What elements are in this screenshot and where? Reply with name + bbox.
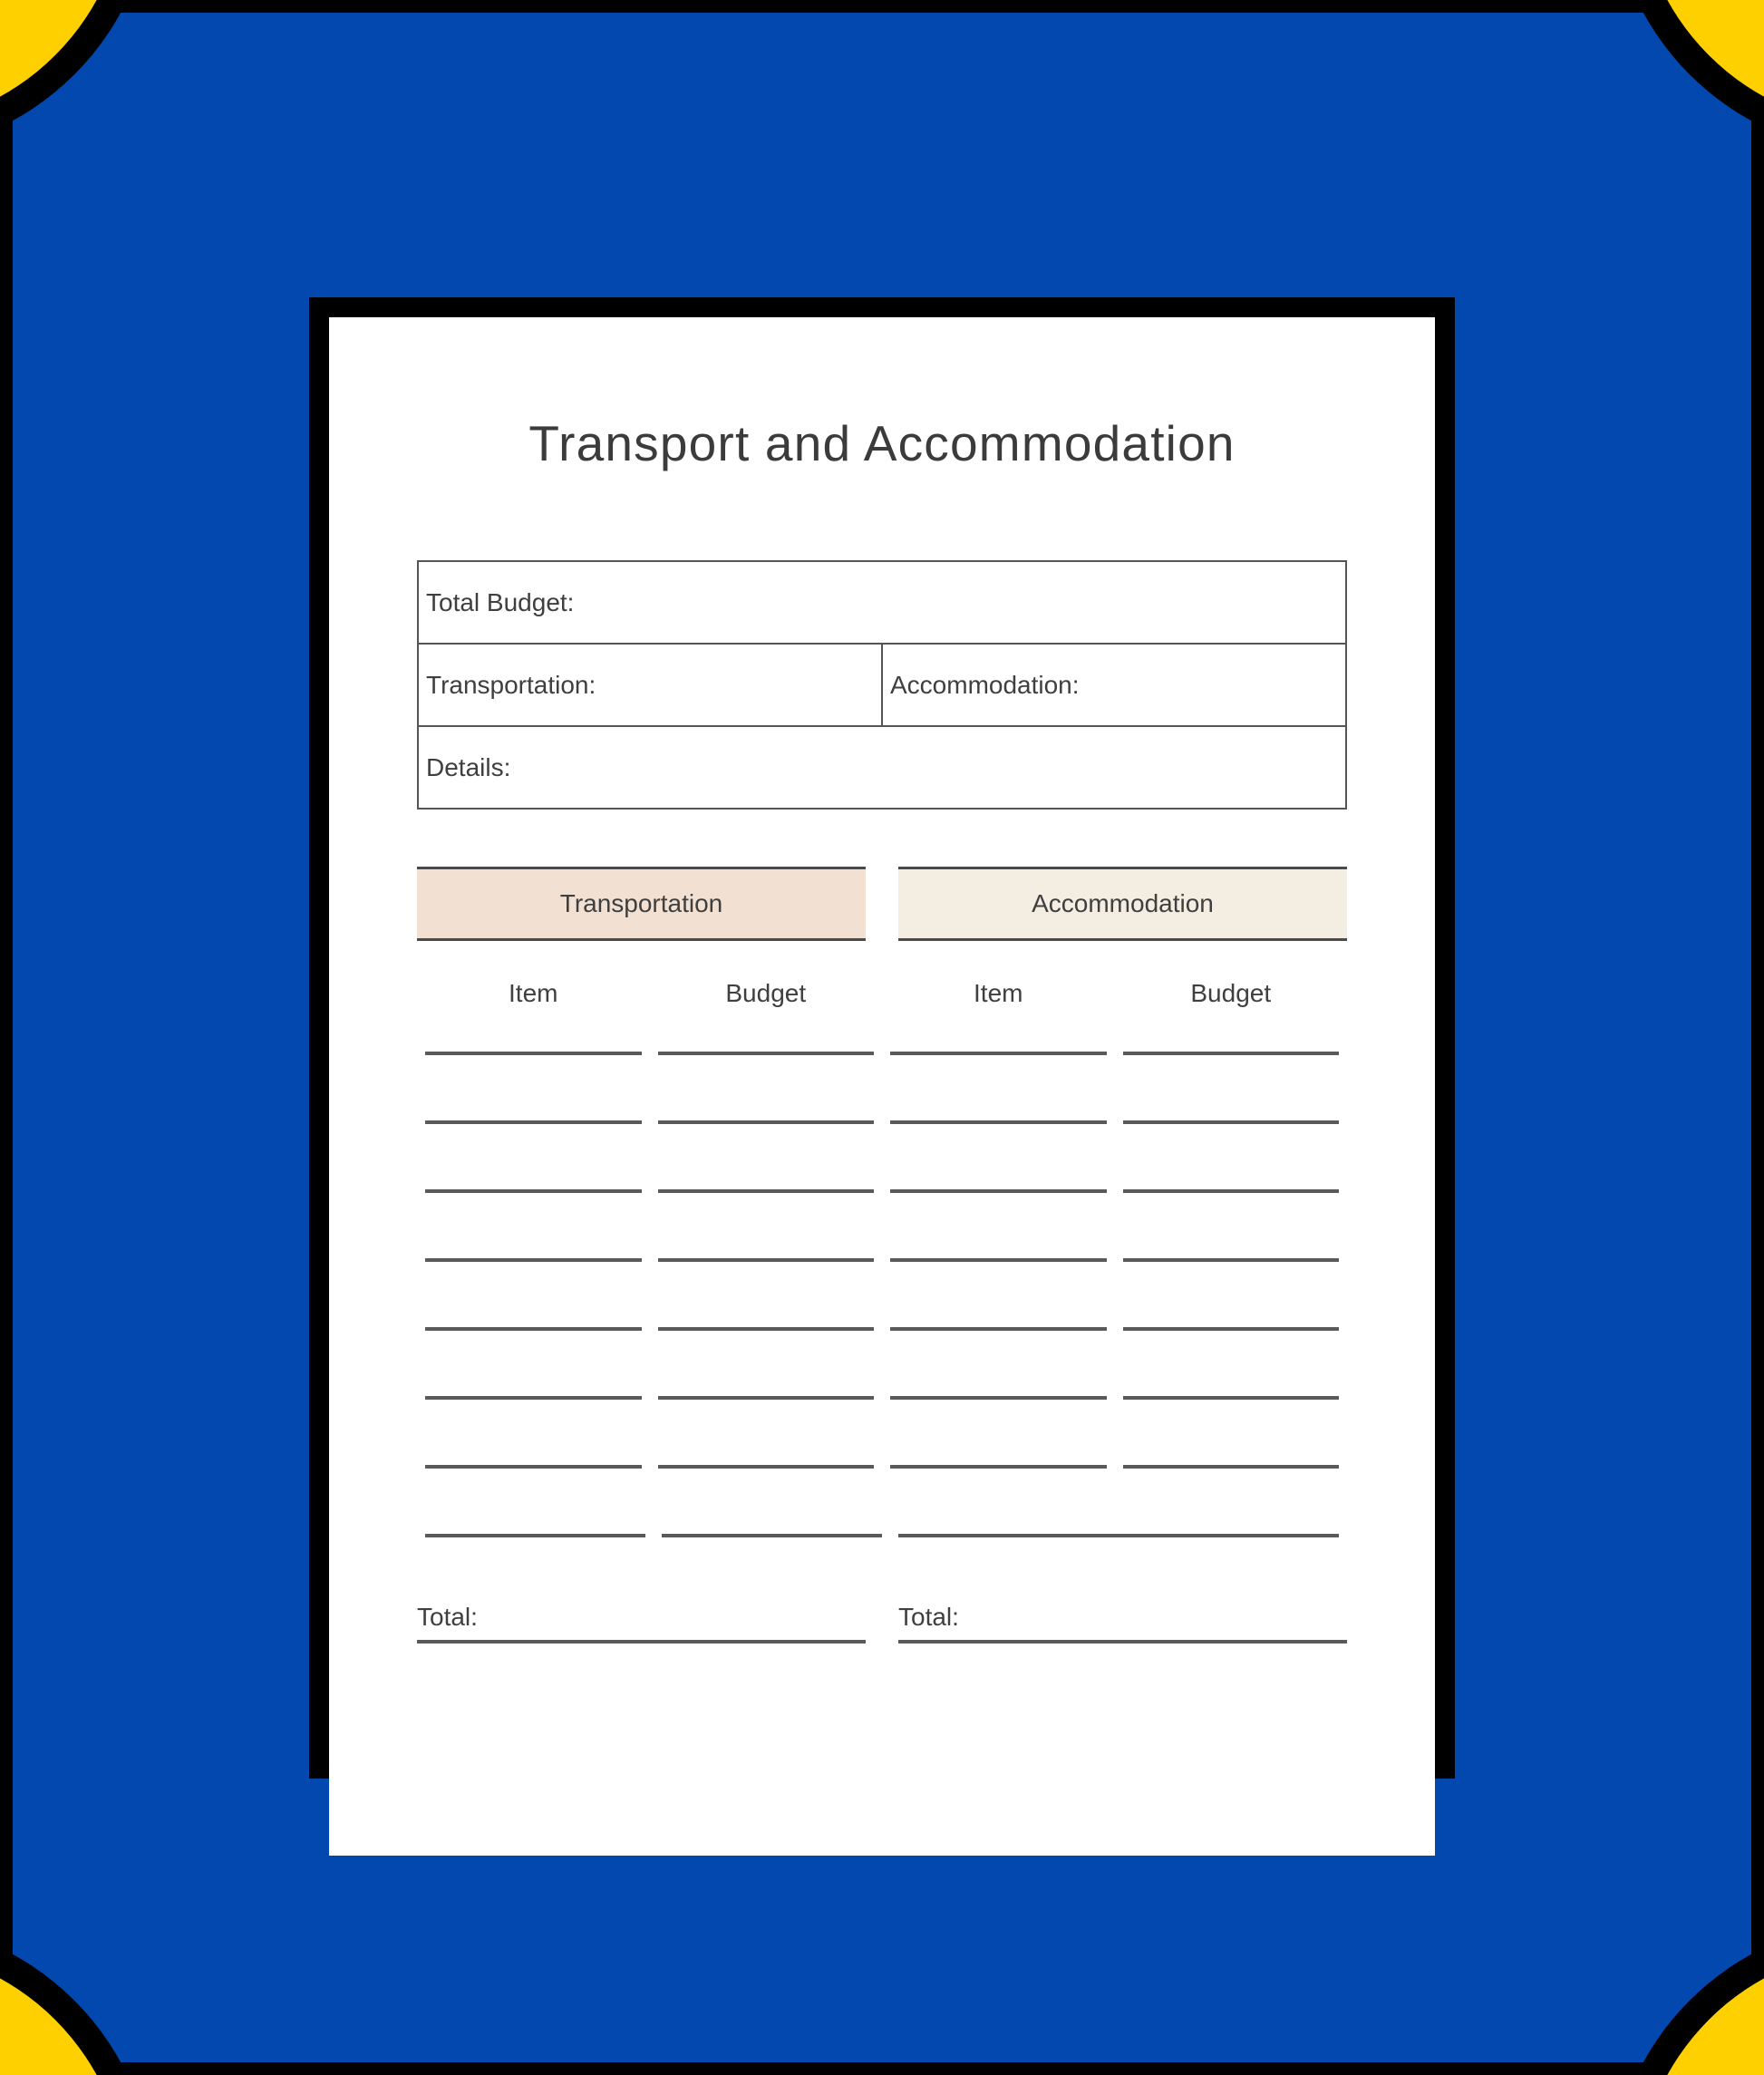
blank-line-row [417, 1380, 1347, 1449]
blank-line-accommodation-item[interactable] [890, 1035, 1107, 1055]
transportation-field[interactable]: Transportation: [417, 643, 883, 727]
frame-edge-top [0, 0, 1764, 13]
blank-line-row [417, 1104, 1347, 1173]
corner-circle-top-right [1610, 0, 1764, 154]
frame-edge-bottom [0, 2062, 1764, 2075]
worksheet-sheet: Transport and Accommodation Total Budget… [329, 414, 1435, 1856]
blank-line-transportation-budget[interactable] [657, 1380, 874, 1400]
blank-line-row [417, 1035, 1347, 1104]
table-row: Details: [417, 725, 1347, 810]
corner-circle-bottom-left [0, 1921, 154, 2075]
blank-line-accommodation-item[interactable] [890, 1104, 1107, 1124]
blank-line-accommodation-item[interactable] [890, 1380, 1107, 1400]
worksheet-card: Transport and Accommodation Total Budget… [309, 297, 1455, 1856]
blank-line-transportation-item[interactable] [425, 1517, 645, 1537]
column-header-accommodation-item: Item [974, 979, 1023, 1007]
budget-info-table: Total Budget: Transportation: Accommodat… [417, 560, 1347, 810]
blank-line-transportation-budget[interactable] [657, 1242, 874, 1262]
blank-entry-lines [417, 1035, 1347, 1586]
blank-line-transportation-budget[interactable] [657, 1035, 874, 1055]
total-budget-field[interactable]: Total Budget: [417, 560, 1347, 645]
column-header-accommodation-budget: Budget [1190, 979, 1272, 1007]
accommodation-field[interactable]: Accommodation: [881, 643, 1347, 727]
table-row: Transportation: Accommodation: [417, 643, 1347, 727]
blank-line-transportation-item[interactable] [425, 1380, 642, 1400]
details-field[interactable]: Details: [417, 725, 1347, 810]
blank-line-accommodation-budget[interactable] [1122, 1035, 1339, 1055]
blank-line-row [417, 1311, 1347, 1380]
blank-line-transportation-budget[interactable] [657, 1173, 874, 1193]
blank-line-accommodation-item[interactable] [890, 1242, 1107, 1262]
blank-line-row [417, 1242, 1347, 1311]
blank-line-row [417, 1173, 1347, 1242]
section-heading-accommodation: Accommodation [898, 867, 1347, 941]
section-heading-transportation: Transportation [417, 867, 866, 941]
blank-line-transportation-item[interactable] [425, 1173, 642, 1193]
blank-line-transportation-budget[interactable] [657, 1104, 874, 1124]
frame-edge-right [1751, 0, 1764, 2075]
page-title: Transport and Accommodation [528, 415, 1236, 471]
blank-line-accommodation-merged[interactable] [898, 1517, 1339, 1537]
blank-line-row [417, 1449, 1347, 1517]
poster-background: Transport and Accommodation Total Budget… [0, 0, 1764, 2075]
blank-line-transportation-item[interactable] [425, 1449, 642, 1469]
blank-line-transportation-item[interactable] [425, 1242, 642, 1262]
totals-row: Total: Total: [417, 1603, 1347, 1644]
corner-circle-top-left [0, 0, 154, 154]
blank-line-accommodation-budget[interactable] [1122, 1242, 1339, 1262]
corner-circle-bottom-right [1610, 1921, 1764, 2075]
blank-line-transportation-budget[interactable] [662, 1517, 882, 1537]
blank-line-accommodation-item[interactable] [890, 1173, 1107, 1193]
blank-line-accommodation-budget[interactable] [1122, 1449, 1339, 1469]
section-headings: Transportation Accommodation [417, 867, 1347, 941]
blank-line-transportation-item[interactable] [425, 1104, 642, 1124]
total-accommodation[interactable]: Total: [898, 1603, 1347, 1644]
blank-line-accommodation-budget[interactable] [1122, 1104, 1339, 1124]
blank-line-accommodation-item[interactable] [890, 1449, 1107, 1469]
blank-line-accommodation-budget[interactable] [1122, 1173, 1339, 1193]
blank-line-accommodation-budget[interactable] [1122, 1380, 1339, 1400]
blank-line-transportation-item[interactable] [425, 1035, 642, 1055]
blank-line-accommodation-budget[interactable] [1122, 1311, 1339, 1331]
blank-line-transportation-item[interactable] [425, 1311, 642, 1331]
table-row: Total Budget: [417, 560, 1347, 645]
column-header-transportation-budget: Budget [725, 979, 807, 1007]
blank-line-transportation-budget[interactable] [657, 1311, 874, 1331]
column-header-transportation-item: Item [509, 979, 558, 1007]
blank-line-accommodation-item[interactable] [890, 1311, 1107, 1331]
frame-edge-left [0, 0, 13, 2075]
blank-line-transportation-budget[interactable] [657, 1449, 874, 1469]
column-headers-row: Item Budget Item Budget [417, 979, 1347, 1008]
total-transportation[interactable]: Total: [417, 1603, 866, 1644]
blank-line-row [417, 1517, 1347, 1586]
